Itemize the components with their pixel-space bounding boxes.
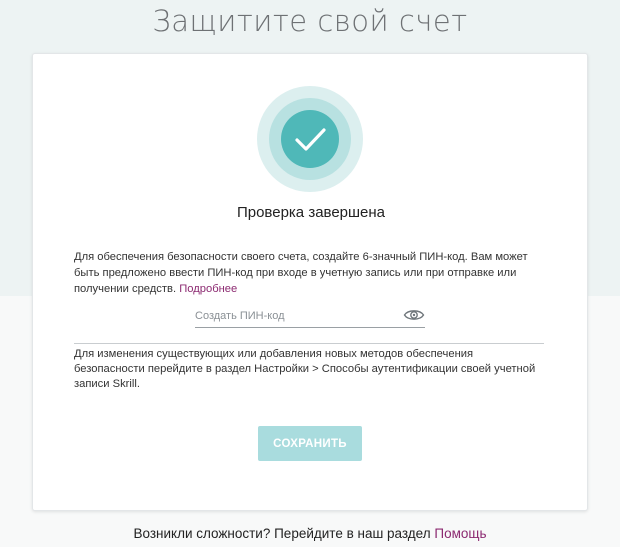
pin-info-body: Для обеспечения безопасности своего счет… — [74, 251, 528, 295]
page-title: Защитите свой счет — [152, 4, 468, 38]
help-link[interactable]: Помощь — [434, 526, 486, 541]
learn-more-link[interactable]: Подробнее — [179, 283, 237, 295]
security-card: Проверка завершена Для обеспечения безоп… — [32, 53, 588, 511]
pin-field — [195, 304, 425, 328]
eye-icon[interactable] — [403, 307, 425, 323]
check-circle-icon — [257, 86, 363, 192]
help-line: Возникли сложности? Перейдите в наш разд… — [0, 526, 620, 541]
pin-input[interactable] — [195, 306, 395, 326]
save-button[interactable]: СОХРАНИТЬ — [258, 426, 362, 461]
help-text: Возникли сложности? Перейдите в наш разд… — [133, 526, 435, 541]
divider — [74, 343, 544, 344]
pin-info-text: Для обеспечения безопасности своего счет… — [74, 249, 549, 297]
auth-methods-note: Для изменения существующих или добавлени… — [74, 348, 536, 390]
verification-heading: Проверка завершена — [236, 204, 386, 221]
